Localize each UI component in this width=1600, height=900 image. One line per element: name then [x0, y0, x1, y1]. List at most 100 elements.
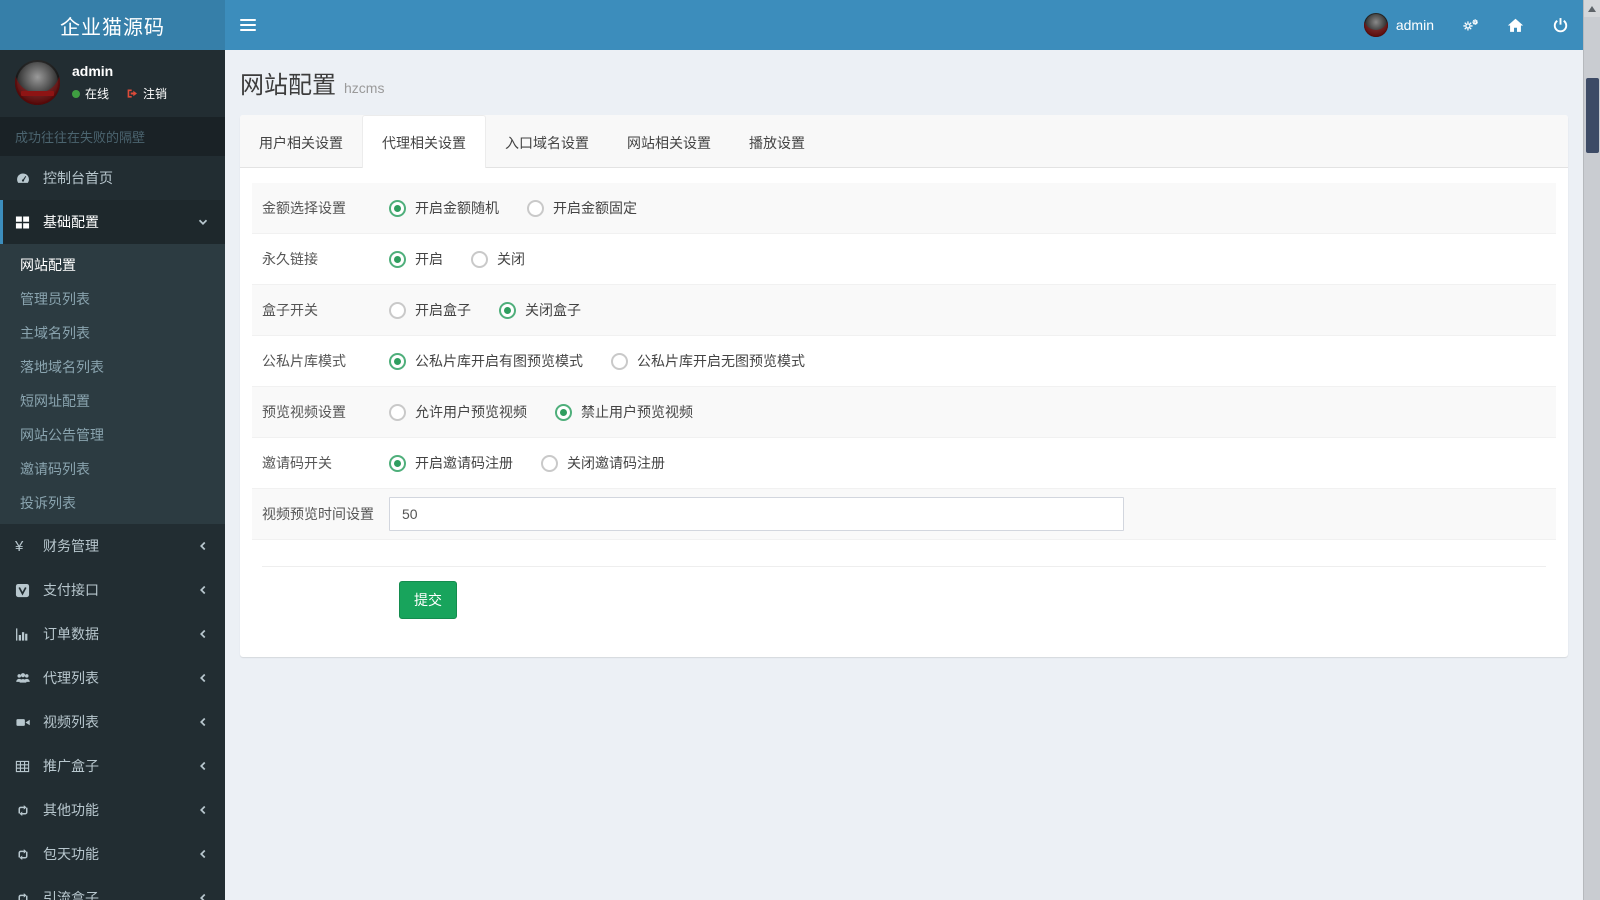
sidebar-subitem-landing-domain-list[interactable]: 落地域名列表 — [0, 350, 225, 384]
top-navbar: 企业猫源码 admin — [0, 0, 1583, 50]
radio-option[interactable]: 关闭邀请码注册 — [541, 453, 665, 473]
online-status-label[interactable]: 在线 — [85, 85, 109, 102]
sidebar-subitem-site-config[interactable]: 网站配置 — [0, 248, 225, 282]
radio-label: 关闭盒子 — [525, 302, 581, 318]
sidebar-item-label: 基础配置 — [43, 214, 99, 230]
vimeo-icon — [15, 582, 35, 598]
sidebar-item-agents[interactable]: 代理列表 — [0, 656, 225, 700]
main-content: 网站配置 hzcms 用户相关设置 代理相关设置 入口域名设置 网站相关设置 播… — [225, 50, 1583, 900]
sidebar-item-daily-pass[interactable]: 包天功能 — [0, 832, 225, 876]
sidebar-item-label: 支付接口 — [43, 582, 99, 598]
tab-site-settings[interactable]: 网站相关设置 — [608, 121, 730, 167]
tab-user-settings[interactable]: 用户相关设置 — [240, 121, 362, 167]
app-logo[interactable]: 企业猫源码 — [0, 0, 225, 50]
settings-button[interactable] — [1448, 0, 1493, 50]
sidebar-item-label: 包天功能 — [43, 846, 99, 862]
sidebar-item-other-features[interactable]: 其他功能 — [0, 788, 225, 832]
form-row-box-switch: 盒子开关 开启盒子 关闭盒子 — [252, 285, 1556, 336]
sidebar-item-label: 视频列表 — [43, 714, 99, 730]
sidebar-item-traffic-box[interactable]: 引流盒子 — [0, 876, 225, 900]
settings-tabs: 用户相关设置 代理相关设置 入口域名设置 网站相关设置 播放设置 — [240, 115, 1568, 168]
sidebar-item-payment[interactable]: 支付接口 — [0, 568, 225, 612]
radio-icon[interactable] — [389, 403, 406, 421]
avatar — [1363, 13, 1388, 37]
page-subtitle: hzcms — [344, 80, 385, 96]
radio-label: 禁止用户预览视频 — [581, 404, 693, 420]
radio-label: 开启邀请码注册 — [415, 455, 513, 471]
online-status-icon — [72, 89, 80, 98]
sidebar-subitem-complaint-list[interactable]: 投诉列表 — [0, 486, 225, 520]
form-row-preview-video: 预览视频设置 允许用户预览视频 禁止用户预览视频 — [252, 387, 1556, 438]
sidebar-item-label: 订单数据 — [43, 626, 99, 642]
submit-button[interactable]: 提交 — [399, 581, 457, 619]
radio-option[interactable]: 禁止用户预览视频 — [555, 402, 693, 422]
radio-icon[interactable] — [471, 250, 488, 268]
field-label: 盒子开关 — [262, 302, 318, 318]
sidebar-item-dashboard[interactable]: 控制台首页 — [0, 156, 225, 200]
retweet-icon — [15, 890, 35, 900]
radio-option[interactable]: 开启 — [389, 249, 443, 269]
radio-icon[interactable] — [611, 352, 628, 370]
radio-option[interactable]: 公私片库开启有图预览模式 — [389, 351, 583, 371]
sidebar-toggle-button[interactable] — [225, 0, 271, 50]
sidebar-item-videos[interactable]: 视频列表 — [0, 700, 225, 744]
tab-play-settings[interactable]: 播放设置 — [730, 121, 824, 167]
radio-option[interactable]: 关闭盒子 — [499, 300, 581, 320]
form-row-invite-code: 邀请码开关 开启邀请码注册 关闭邀请码注册 — [252, 438, 1556, 489]
sidebar-subitem-short-url-config[interactable]: 短网址配置 — [0, 384, 225, 418]
form-row-library-mode: 公私片库模式 公私片库开启有图预览模式 公私片库开启无图预览模式 — [252, 336, 1556, 387]
tab-entry-domain-settings[interactable]: 入口域名设置 — [486, 121, 608, 167]
chevron-left-icon — [200, 761, 206, 771]
user-name: admin — [1395, 17, 1434, 33]
sidebar-item-promo-box[interactable]: 推广盒子 — [0, 744, 225, 788]
scroll-up-arrow[interactable] — [1584, 0, 1600, 17]
sidebar-item-orders[interactable]: 订单数据 — [0, 612, 225, 656]
sign-out-icon — [127, 89, 137, 98]
radio-icon[interactable] — [389, 199, 406, 217]
content-header: 网站配置 hzcms — [225, 50, 1583, 115]
radio-option[interactable]: 允许用户预览视频 — [389, 402, 527, 422]
radio-icon[interactable] — [389, 250, 406, 268]
radio-icon[interactable] — [541, 454, 558, 472]
gears-icon — [1463, 18, 1478, 31]
tab-content: 金额选择设置 开启金额随机 开启金额固定 永久链接 开启 关闭 盒子开关 开启盒… — [240, 168, 1568, 657]
radio-icon[interactable] — [389, 301, 406, 319]
tab-agent-settings[interactable]: 代理相关设置 — [362, 115, 486, 168]
logout-button[interactable] — [1538, 0, 1583, 50]
preview-time-input[interactable] — [389, 497, 1124, 531]
sidebar-item-finance[interactable]: ¥ 财务管理 — [0, 524, 225, 568]
form-footer: 提交 — [262, 566, 1546, 657]
radio-icon[interactable] — [389, 454, 406, 472]
field-label: 预览视频设置 — [262, 404, 346, 420]
radio-option[interactable]: 关闭 — [471, 249, 525, 269]
radio-option[interactable]: 公私片库开启无图预览模式 — [611, 351, 805, 371]
radio-option[interactable]: 开启盒子 — [389, 300, 471, 320]
sidebar-subitem-announcement[interactable]: 网站公告管理 — [0, 418, 225, 452]
logout-label: 注销 — [143, 87, 168, 101]
user-menu[interactable]: admin — [1350, 0, 1448, 50]
sidebar-item-label: 控制台首页 — [43, 170, 113, 186]
sidebar-item-basic-config[interactable]: 基础配置 — [0, 200, 225, 244]
chevron-left-icon — [200, 673, 206, 683]
sidebar-subitem-invite-code-list[interactable]: 邀请码列表 — [0, 452, 225, 486]
radio-icon[interactable] — [527, 199, 544, 217]
radio-option[interactable]: 开启金额随机 — [389, 198, 499, 218]
settings-box: 用户相关设置 代理相关设置 入口域名设置 网站相关设置 播放设置 金额选择设置 … — [240, 115, 1568, 657]
radio-icon[interactable] — [555, 403, 572, 421]
logout-link[interactable]: 注销 — [126, 85, 167, 102]
sidebar-item-label: 引流盒子 — [43, 890, 99, 900]
sidebar-subitem-admin-list[interactable]: 管理员列表 — [0, 282, 225, 316]
vertical-scrollbar[interactable] — [1583, 0, 1600, 900]
radio-icon[interactable] — [389, 352, 406, 370]
power-icon — [1553, 17, 1568, 32]
radio-icon[interactable] — [499, 301, 516, 319]
radio-label: 开启金额固定 — [553, 200, 637, 216]
radio-option[interactable]: 开启邀请码注册 — [389, 453, 513, 473]
form-row-preview-time: 视频预览时间设置 — [252, 489, 1556, 540]
field-label: 视频预览时间设置 — [262, 506, 374, 522]
sidebar-item-label: 推广盒子 — [43, 758, 99, 774]
radio-option[interactable]: 开启金额固定 — [527, 198, 637, 218]
home-button[interactable] — [1493, 0, 1538, 50]
scrollbar-thumb[interactable] — [1586, 78, 1599, 153]
sidebar-subitem-main-domain-list[interactable]: 主域名列表 — [0, 316, 225, 350]
